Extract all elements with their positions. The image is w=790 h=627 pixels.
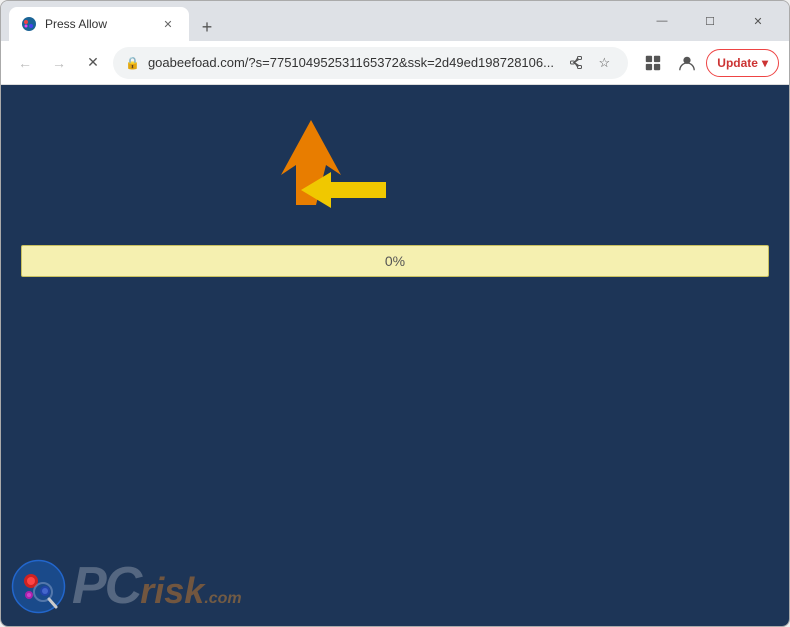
close-button[interactable]: ✕	[735, 5, 781, 37]
update-chevron-icon: ▾	[762, 56, 768, 70]
url-text: goabeefoad.com/?s=775104952531165372&ssk…	[148, 55, 556, 70]
pcrisk-text-group: PC risk .com	[72, 556, 242, 616]
chrome-window: Press Allow ✕ + — ☐ ✕ ← → ✕ 🔒 goabeefoad…	[0, 0, 790, 627]
bookmark-icon[interactable]: ☆	[592, 51, 616, 75]
tab-area: Press Allow ✕ +	[9, 1, 627, 41]
update-label: Update	[717, 56, 758, 70]
pcrisk-icon	[11, 559, 66, 614]
tab-title: Press Allow	[45, 17, 151, 31]
back-button[interactable]: ←	[11, 49, 39, 77]
window-controls: — ☐ ✕	[639, 5, 781, 37]
progress-bar: 0%	[21, 245, 769, 277]
forward-button[interactable]: →	[45, 49, 73, 77]
nav-bar: ← → ✕ 🔒 goabeefoad.com/?s=77510495253116…	[1, 41, 789, 85]
progress-container: 0%	[21, 245, 769, 277]
lock-icon: 🔒	[125, 56, 140, 70]
dot-com-text: .com	[204, 590, 241, 608]
update-button[interactable]: Update ▾	[706, 49, 779, 77]
profile-button[interactable]	[672, 48, 702, 78]
address-actions: ☆	[564, 51, 616, 75]
risk-text: risk	[140, 570, 204, 612]
pc-text: PC	[72, 556, 140, 616]
pcrisk-logo: PC risk .com	[11, 556, 242, 616]
tab-close-button[interactable]: ✕	[159, 15, 177, 33]
share-icon[interactable]	[564, 51, 588, 75]
extension-button[interactable]	[638, 48, 668, 78]
active-tab[interactable]: Press Allow ✕	[9, 7, 189, 41]
browser-content: 0% PC risk .com	[1, 85, 789, 626]
title-bar: Press Allow ✕ + — ☐ ✕	[1, 1, 789, 41]
maximize-button[interactable]: ☐	[687, 5, 733, 37]
address-bar[interactable]: 🔒 goabeefoad.com/?s=775104952531165372&s…	[113, 47, 628, 79]
yellow-arrow	[301, 170, 386, 215]
reload-button[interactable]: ✕	[79, 49, 107, 77]
tab-favicon	[21, 16, 37, 32]
minimize-button[interactable]: —	[639, 5, 685, 37]
new-tab-button[interactable]: +	[193, 13, 221, 41]
toolbar-icons: Update ▾	[638, 48, 779, 78]
progress-label: 0%	[385, 253, 405, 269]
